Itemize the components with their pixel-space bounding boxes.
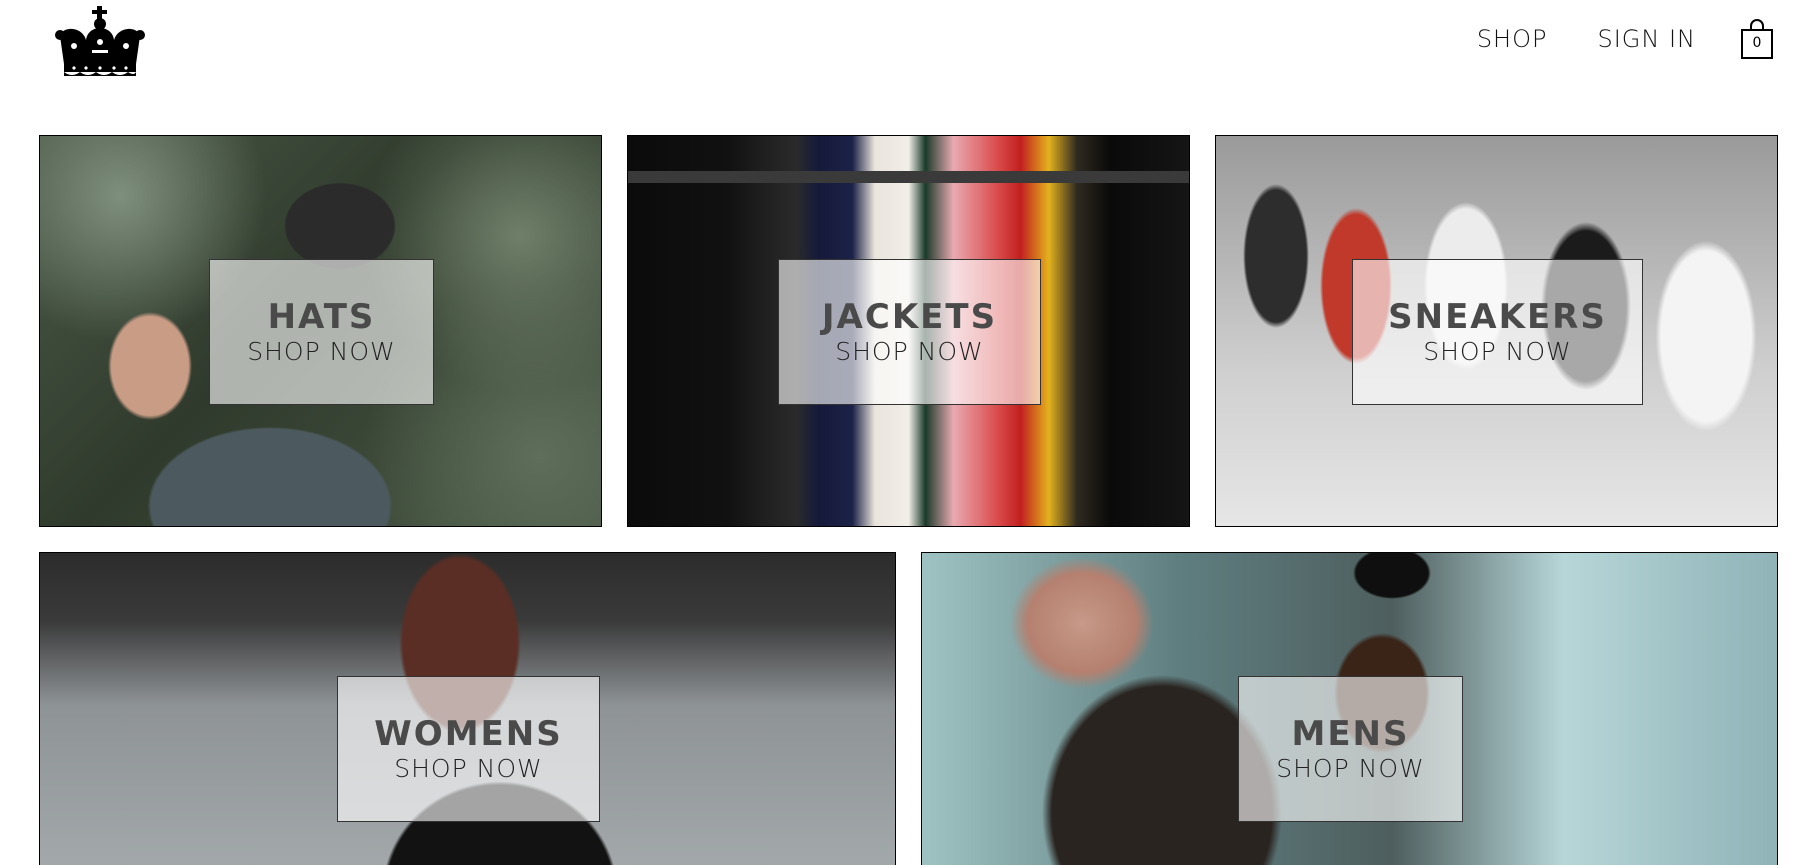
category-title: SNEAKERS (1388, 297, 1607, 337)
category-tile-womens[interactable]: WOMENS SHOP NOW (39, 552, 896, 865)
shop-now-link[interactable]: SHOP NOW (1423, 337, 1571, 367)
category-title: WOMENS (374, 714, 563, 754)
main-nav: SHOP SIGN IN 0 (1427, 16, 1774, 62)
category-tile-jackets[interactable]: JACKETS SHOP NOW (627, 135, 1190, 527)
crown-logo-icon[interactable] (52, 6, 148, 82)
cart-count: 0 (1752, 35, 1762, 51)
category-tile-sneakers[interactable]: SNEAKERS SHOP NOW (1215, 135, 1778, 527)
nav-shop-link[interactable]: SHOP (1477, 25, 1548, 53)
cart-button[interactable]: 0 (1740, 18, 1774, 60)
category-title: JACKETS (821, 297, 998, 337)
category-title: HATS (267, 297, 376, 337)
nav-sign-in-link[interactable]: SIGN IN (1597, 25, 1696, 53)
header: SHOP SIGN IN 0 (0, 0, 1809, 100)
category-label-box[interactable]: JACKETS SHOP NOW (778, 259, 1041, 405)
category-tile-mens[interactable]: MENS SHOP NOW (921, 552, 1778, 865)
shop-now-link[interactable]: SHOP NOW (394, 754, 542, 784)
category-label-box[interactable]: SNEAKERS SHOP NOW (1352, 259, 1643, 405)
category-tile-hats[interactable]: HATS SHOP NOW (39, 135, 602, 527)
shop-now-link[interactable]: SHOP NOW (247, 337, 395, 367)
category-label-box[interactable]: WOMENS SHOP NOW (337, 676, 600, 822)
category-title: MENS (1291, 714, 1410, 754)
category-label-box[interactable]: MENS SHOP NOW (1238, 676, 1463, 822)
shop-now-link[interactable]: SHOP NOW (1276, 754, 1424, 784)
shop-now-link[interactable]: SHOP NOW (835, 337, 983, 367)
category-label-box[interactable]: HATS SHOP NOW (209, 259, 434, 405)
